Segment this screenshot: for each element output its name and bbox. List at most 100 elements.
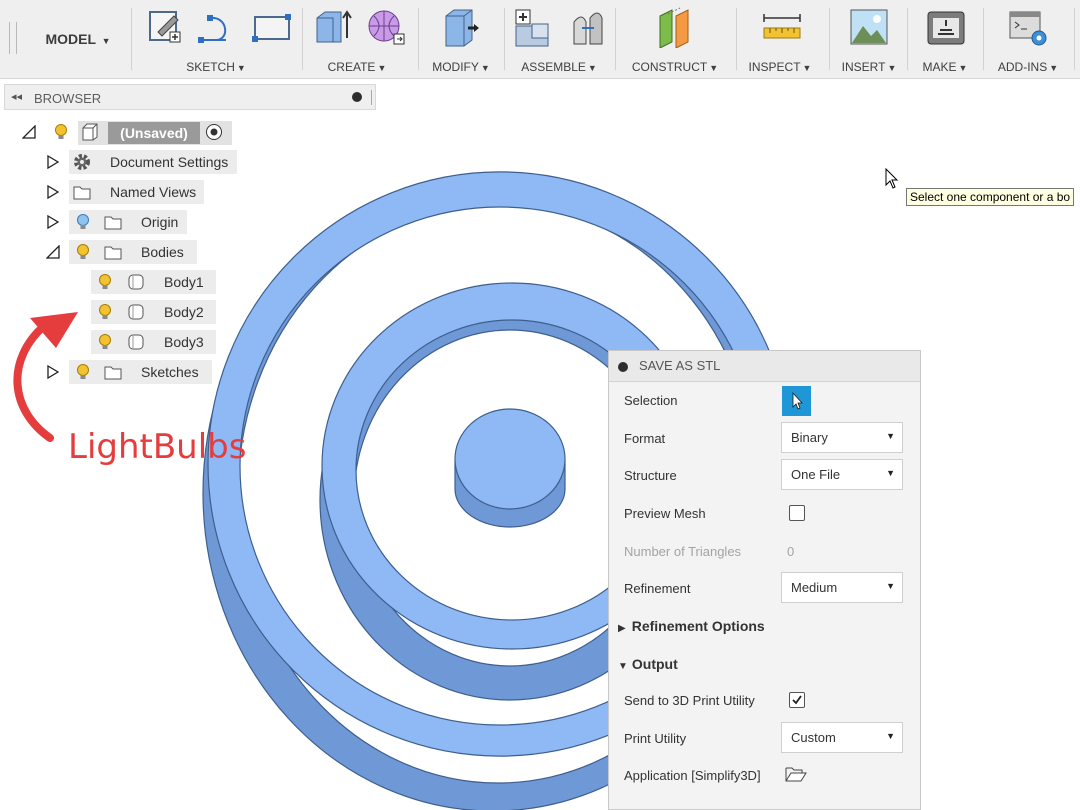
modify-menu[interactable]: MODIFY ▼ xyxy=(426,59,496,75)
press-pull-icon[interactable] xyxy=(440,6,480,48)
expanded-arrow-icon: ▼ xyxy=(618,661,628,672)
offset-plane-icon[interactable] xyxy=(656,6,696,48)
expanded-triangle-icon[interactable] xyxy=(22,125,36,139)
toolbar-divider xyxy=(1074,8,1075,70)
component-icon xyxy=(81,123,99,141)
chevron-down-icon: ▼ xyxy=(709,63,719,73)
selection-label: Selection xyxy=(624,393,678,408)
toolbar-grip[interactable] xyxy=(9,22,17,54)
toolbar-divider xyxy=(302,8,303,70)
annotation-arrow xyxy=(13,312,78,442)
print-utility-select[interactable]: Custom ▼ xyxy=(781,722,903,753)
toolbar-divider xyxy=(829,8,830,70)
extrude-icon[interactable] xyxy=(313,6,353,48)
line-tool-icon[interactable] xyxy=(196,6,236,48)
refinement-select[interactable]: Medium ▼ xyxy=(781,572,903,603)
root-component-label[interactable]: (Unsaved) xyxy=(108,122,200,144)
print-utility-label: Print Utility xyxy=(624,731,687,746)
folder-icon xyxy=(104,363,122,381)
browser-item-label: Body2 xyxy=(164,304,204,320)
browser-item-label: Document Settings xyxy=(110,154,229,170)
send-to-print-checkbox[interactable] xyxy=(789,692,805,708)
browser-header: ◂◂ BROWSER xyxy=(4,84,376,110)
collapse-dialog-icon[interactable] xyxy=(618,362,628,372)
triangles-value: 0 xyxy=(787,544,795,559)
insert-menu[interactable]: INSERT ▼ xyxy=(838,59,900,75)
print-utility-value: Custom xyxy=(791,730,836,745)
pin-icon[interactable] xyxy=(352,92,362,102)
dialog-title: SAVE AS STL xyxy=(639,358,721,373)
collapsed-triangle-icon[interactable] xyxy=(46,185,60,199)
form-icon[interactable] xyxy=(366,6,406,48)
make-menu[interactable]: MAKE ▼ xyxy=(915,59,975,75)
measure-icon[interactable] xyxy=(762,6,802,48)
collapsed-triangle-icon[interactable] xyxy=(46,215,60,229)
preview-mesh-checkbox[interactable] xyxy=(789,505,805,521)
inspect-menu[interactable]: INSPECT ▼ xyxy=(744,59,816,75)
collapse-panel-icon[interactable]: ◂◂ xyxy=(11,90,22,103)
joint-icon[interactable] xyxy=(568,6,608,48)
pointer-icon xyxy=(792,391,803,410)
lightbulb-off-icon[interactable] xyxy=(74,213,92,231)
construct-menu-label: CONSTRUCT xyxy=(631,60,708,74)
3d-print-icon[interactable] xyxy=(926,6,966,48)
construct-menu[interactable]: CONSTRUCT ▼ xyxy=(628,59,722,75)
chevron-down-icon: ▼ xyxy=(236,63,246,73)
chevron-down-icon: ▼ xyxy=(958,63,968,73)
workspace-model-dropdown[interactable]: MODEL ▼ xyxy=(38,28,118,50)
refinement-options-label: Refinement Options xyxy=(631,618,765,634)
sketch-menu[interactable]: SKETCH ▼ xyxy=(178,59,254,75)
create-menu-label: CREATE xyxy=(327,60,376,74)
dialog-header[interactable]: SAVE AS STL xyxy=(609,351,920,382)
modify-menu-label: MODIFY xyxy=(432,60,479,74)
browser-item-bodies[interactable]: Bodies xyxy=(0,240,240,264)
create-menu[interactable]: CREATE ▼ xyxy=(320,59,394,75)
expanded-triangle-icon[interactable] xyxy=(46,245,60,259)
toolbar-divider xyxy=(504,8,505,70)
panel-resize-handle[interactable] xyxy=(371,90,374,105)
collapsed-triangle-icon[interactable] xyxy=(46,155,60,169)
chevron-down-icon: ▼ xyxy=(887,63,897,73)
activate-radio-icon[interactable] xyxy=(205,123,223,141)
addins-menu[interactable]: ADD-INS ▼ xyxy=(992,59,1064,75)
create-sketch-icon[interactable] xyxy=(146,6,186,48)
chevron-down-icon: ▼ xyxy=(377,63,387,73)
selection-button[interactable] xyxy=(782,386,811,416)
sketch-menu-label: SKETCH xyxy=(186,60,235,74)
body3-top xyxy=(454,408,566,510)
output-section-toggle[interactable]: ▼ Output xyxy=(618,656,678,672)
scripts-addins-icon[interactable] xyxy=(1008,6,1048,48)
save-as-stl-dialog: SAVE AS STL Selection Format Binary ▼ St… xyxy=(608,350,921,810)
rectangle-tool-icon[interactable] xyxy=(252,6,292,48)
chevron-down-icon: ▼ xyxy=(802,63,812,73)
browser-item-document-settings[interactable]: Document Settings xyxy=(0,150,240,174)
open-folder-icon[interactable] xyxy=(785,765,807,783)
browser-title: BROWSER xyxy=(34,91,102,106)
insert-image-icon[interactable] xyxy=(849,6,889,48)
inspect-menu-label: INSPECT xyxy=(748,60,801,74)
toolbar-divider xyxy=(418,8,419,70)
triangles-label: Number of Triangles xyxy=(624,544,742,559)
browser-item-origin[interactable]: Origin xyxy=(0,210,240,234)
assemble-menu[interactable]: ASSEMBLE ▼ xyxy=(515,59,603,75)
lightbulb-icon[interactable] xyxy=(74,243,92,261)
chevron-down-icon: ▼ xyxy=(886,468,895,478)
format-select[interactable]: Binary ▼ xyxy=(781,422,903,453)
preview-mesh-label: Preview Mesh xyxy=(624,506,706,521)
lightbulb-icon[interactable] xyxy=(52,123,70,141)
lightbulb-icon[interactable] xyxy=(96,273,114,291)
chevron-down-icon: ▼ xyxy=(587,63,597,73)
assemble-menu-label: ASSEMBLE xyxy=(521,60,586,74)
browser-item-named-views[interactable]: Named Views xyxy=(0,180,240,204)
new-component-icon[interactable] xyxy=(514,6,554,48)
structure-select[interactable]: One File ▼ xyxy=(781,459,903,490)
refinement-options-toggle[interactable]: ▶ Refinement Options xyxy=(618,618,765,634)
browser-item-label: Body1 xyxy=(164,274,204,290)
collapsed-arrow-icon: ▶ xyxy=(618,623,626,634)
annotation-label: LightBulbs xyxy=(68,427,247,467)
folder-icon xyxy=(73,183,91,201)
chevron-down-icon: ▼ xyxy=(886,431,895,441)
make-menu-label: MAKE xyxy=(922,60,957,74)
body-icon xyxy=(127,273,145,291)
chevron-down-icon: ▼ xyxy=(886,581,895,591)
